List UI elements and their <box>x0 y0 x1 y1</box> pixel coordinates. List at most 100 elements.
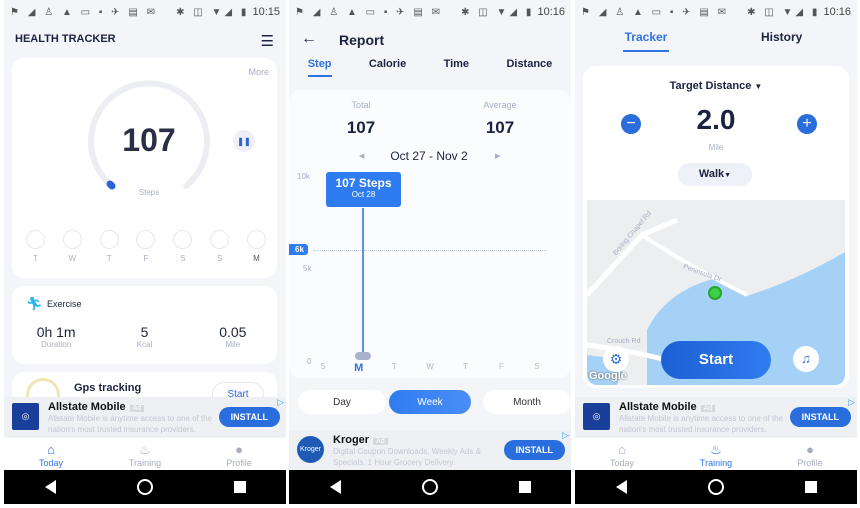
android-nav <box>4 470 286 504</box>
flame-icon: ♨ <box>139 442 151 457</box>
exercise-card[interactable]: 🏃︎ Exercise 0h 1m Duration 5 Kcal 0.05 Mile <box>12 286 277 364</box>
ad-description: Allstate Mobile is anytime access to one… <box>48 414 213 434</box>
settings-gear-icon[interactable]: ⚙ <box>603 346 629 372</box>
adchoices-icon[interactable]: ▷ <box>562 430 569 441</box>
next-week-icon[interactable]: ▶ <box>495 152 500 160</box>
selected-day-line <box>362 208 364 356</box>
steps-progress <box>106 180 116 190</box>
total-label: Total <box>351 100 371 110</box>
period-month[interactable]: Month <box>483 390 571 414</box>
recents-icon[interactable] <box>518 481 531 493</box>
x-axis: SMTWTFS <box>313 362 547 374</box>
clock: 10:16 <box>823 6 851 18</box>
ad-banner[interactable]: ◎ Allstate Mobile Ad Allstate Mobile is a… <box>575 397 857 437</box>
y-tick: 5k <box>303 264 312 273</box>
stat-kcal: 5 Kcal <box>136 324 153 349</box>
allstate-logo: ◎ <box>583 403 610 430</box>
music-playlist-icon[interactable]: ♫ <box>793 346 819 372</box>
x-tick[interactable]: S <box>313 362 333 374</box>
bottom-tabs: ⌂ Today ♨ Training ● Profile <box>4 438 286 470</box>
screen-report: ⚑ ◢ ♙ ▲ ▭ ▪ ✈ ▤ ✉ ✱ ◫ ▼◢ ▮ 10:16 ← Report… <box>289 0 571 504</box>
tab-history[interactable]: History <box>761 30 802 44</box>
gps-title: Gps tracking <box>74 382 142 394</box>
bar-monday[interactable] <box>355 352 371 360</box>
tab-step[interactable]: Step <box>307 58 332 77</box>
running-icon: 🏃︎ <box>26 296 43 311</box>
x-tick[interactable]: W <box>420 362 440 374</box>
total-value: 107 <box>346 118 376 137</box>
caret-down-icon: ▼ <box>754 82 763 91</box>
tooltip: 107 Steps Oct 28 <box>326 172 401 207</box>
day-item: T <box>99 230 119 263</box>
chart-card: Total 107 Average 107 ◀ Oct 27 - Nov 2 ▶… <box>289 90 571 378</box>
tab-training[interactable]: ♨ Training <box>105 438 185 470</box>
back-icon[interactable] <box>44 480 56 494</box>
adchoices-icon[interactable]: ▷ <box>277 397 284 408</box>
target-distance-dropdown[interactable]: Target Distance ▼ <box>583 80 849 92</box>
distance-value: 2.0 <box>696 104 736 135</box>
tab-today[interactable]: ⌂ Today <box>582 438 662 470</box>
google-logo: Google <box>589 370 627 382</box>
home-button-icon[interactable] <box>136 479 153 495</box>
tab-today[interactable]: ⌂ Today <box>11 438 91 470</box>
more-link[interactable]: More <box>248 67 269 77</box>
tab-training[interactable]: ♨ Training <box>676 438 756 470</box>
average-value: 107 <box>485 118 515 137</box>
tab-profile[interactable]: ● Profile <box>770 438 850 470</box>
ad-description: Digital Coupon Downloads, Weekly Ads & S… <box>333 447 481 467</box>
metric-tabs: Step Calorie Time Distance <box>289 58 571 77</box>
home-icon: ⌂ <box>618 442 626 457</box>
x-tick[interactable]: T <box>456 362 476 374</box>
person-icon: ● <box>806 442 814 457</box>
home-button-icon[interactable] <box>707 479 724 495</box>
ad-banner[interactable]: Kroger Kroger Ad Digital Coupon Downloads… <box>289 430 571 470</box>
tab-tracker[interactable]: Tracker <box>623 30 669 52</box>
recents-icon[interactable] <box>233 481 246 493</box>
clock: 10:16 <box>537 6 565 18</box>
ad-description: Allstate Mobile is anytime access to one… <box>619 414 784 434</box>
flame-icon: ♨ <box>710 442 722 457</box>
plus-button[interactable]: + <box>797 114 817 134</box>
back-arrow-icon[interactable]: ← <box>301 30 317 48</box>
x-tick[interactable]: S <box>527 362 547 374</box>
start-button[interactable]: Start <box>661 341 771 379</box>
steps-card: More 107 Steps ❚❚ T W T F S S M <box>12 58 277 278</box>
pause-button[interactable]: ❚❚ <box>233 130 255 152</box>
period-week[interactable]: Week <box>389 390 471 414</box>
bottom-tabs: ⌂ Today ♨ Training ● Profile <box>575 438 857 470</box>
screen-training: ⚑ ◢ ♙ ▲ ▭ ▪ ✈ ▤ ✉ ✱ ◫ ▼◢ ▮ 10:16 Tracker … <box>575 0 857 504</box>
recents-icon[interactable] <box>804 481 817 493</box>
adchoices-icon[interactable]: ▷ <box>848 397 855 408</box>
status-bar: ⚑ ◢ ♙ ▲ ▭ ▪ ✈ ▤ ✉ ✱ ◫ ▼◢ ▮ 10:16 <box>581 6 851 18</box>
stat-mile: 0.05 Mile <box>219 324 247 349</box>
home-button-icon[interactable] <box>421 479 438 495</box>
x-tick[interactable]: F <box>491 362 511 374</box>
day-item: M <box>246 230 266 263</box>
install-button[interactable]: INSTALL <box>789 407 851 427</box>
install-button[interactable]: INSTALL <box>503 440 565 460</box>
back-icon[interactable] <box>615 480 627 494</box>
page-title: Report <box>339 32 385 48</box>
minus-button[interactable]: − <box>621 114 641 134</box>
app-title: HEALTH TRACKER <box>15 33 116 45</box>
goal-label: 6k <box>289 244 308 255</box>
goal-line <box>313 250 547 251</box>
tab-time[interactable]: Time <box>444 58 469 77</box>
x-tick[interactable]: T <box>384 362 404 374</box>
day-item: S <box>210 230 230 263</box>
prev-week-icon[interactable]: ◀ <box>359 152 364 160</box>
clock: 10:15 <box>252 6 280 18</box>
tab-calorie[interactable]: Calorie <box>369 58 406 77</box>
mode-dropdown[interactable]: Walk▼ <box>678 163 752 186</box>
tab-profile[interactable]: ● Profile <box>199 438 279 470</box>
menu-icon[interactable]: ☰ <box>261 32 274 50</box>
x-tick[interactable]: M <box>349 362 369 374</box>
android-nav <box>289 470 571 504</box>
person-icon: ● <box>235 442 243 457</box>
back-icon[interactable] <box>329 480 341 494</box>
tab-distance[interactable]: Distance <box>506 58 552 77</box>
period-day[interactable]: Day <box>298 390 386 414</box>
day-item: T <box>26 230 45 263</box>
install-button[interactable]: INSTALL <box>218 407 280 427</box>
ad-banner[interactable]: ◎ Allstate Mobile Ad Allstate Mobile is a… <box>4 397 286 437</box>
